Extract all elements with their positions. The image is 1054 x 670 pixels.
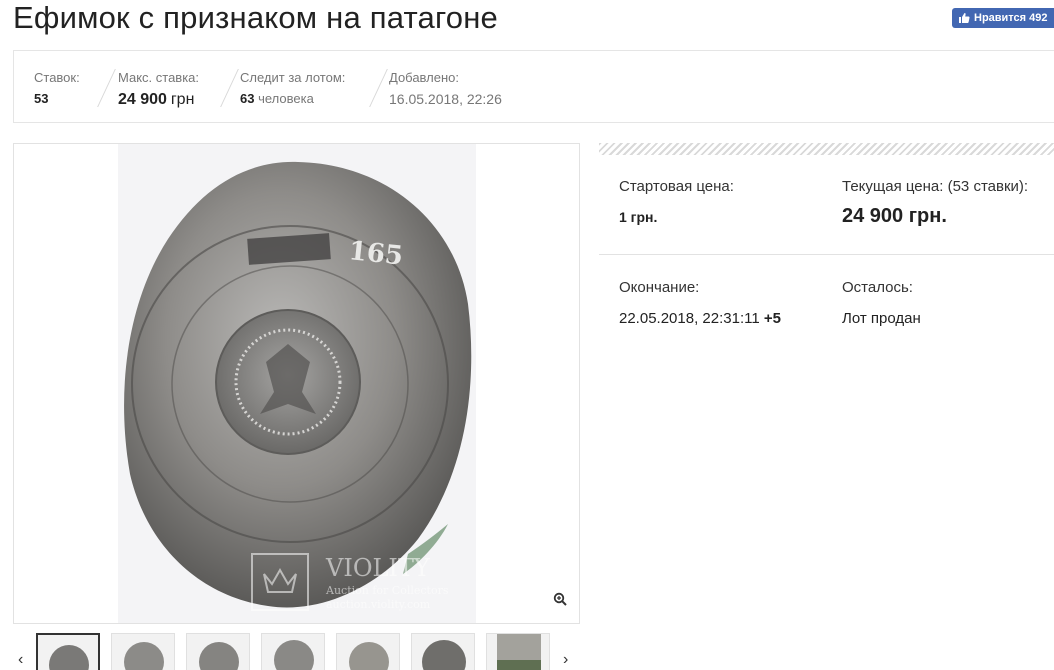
stat-added: Добавлено: 16.05.2018, 22:26: [389, 70, 502, 107]
bids-label: Ставок:: [34, 70, 80, 85]
thumbs-up-icon: [959, 13, 970, 23]
divider: [369, 69, 388, 107]
watermark-tagline: Auction for Collectors: [325, 584, 449, 597]
decorative-stripe: [599, 143, 1054, 155]
coin-image: 165 VIOLITY Auction for Collectors aucti…: [124, 161, 472, 611]
end-label: Окончание:: [619, 279, 700, 296]
max-bid-label: Макс. ставка:: [118, 70, 200, 85]
coin-photo[interactable]: 165 VIOLITY Auction for Collectors aucti…: [118, 144, 476, 623]
chevron-right-icon[interactable]: ›: [563, 651, 568, 669]
start-price-label: Стартовая цена:: [619, 178, 734, 195]
max-bid-value: 24 900: [118, 91, 167, 108]
current-price-value: 24 900 грн.: [842, 205, 947, 227]
stat-bids: Ставок: 53: [34, 70, 80, 106]
bids-value: 53: [34, 91, 49, 106]
end-timezone: +5: [763, 310, 781, 327]
end-value: 22.05.2018, 22:31:11: [619, 310, 760, 327]
section-divider: [599, 254, 1054, 255]
watchers-value: 63: [240, 91, 255, 106]
remaining-block: Осталось: Лот продан: [842, 279, 921, 327]
stat-max-bid: Макс. ставка: 24 900 грн: [118, 70, 199, 109]
zoom-in-icon[interactable]: [553, 592, 567, 611]
thumbnail-strip: ‹ ›: [13, 633, 580, 670]
main-image-frame[interactable]: 165 VIOLITY Auction for Collectors aucti…: [13, 143, 580, 624]
remaining-label: Осталось:: [842, 279, 913, 296]
thumbnail[interactable]: [411, 633, 475, 670]
coin-year: 165: [347, 236, 404, 272]
divider: [220, 69, 239, 107]
facebook-like-button[interactable]: Нравится 492: [952, 8, 1054, 28]
watchers-unit: человека: [258, 91, 314, 106]
start-price-block: Стартовая цена: 1 грн.: [619, 178, 734, 225]
watermark-url: auction.violity.com: [326, 598, 431, 611]
end-time-block: Окончание: 22.05.2018, 22:31:11 +5: [619, 279, 781, 327]
lot-stats-bar: Ставок: 53 Макс. ставка: 24 900 грн След…: [13, 50, 1054, 123]
thumbnail[interactable]: [186, 633, 250, 670]
thumbnail[interactable]: [486, 633, 550, 670]
like-label: Нравится 492: [974, 12, 1048, 24]
remaining-value: Лот продан: [842, 310, 921, 327]
current-price-block: Текущая цена: (53 ставки): 24 900 грн.: [842, 178, 1028, 228]
added-value: 16.05.2018, 22:26: [389, 91, 502, 107]
divider: [97, 69, 116, 107]
thumbnail[interactable]: [36, 633, 100, 670]
watchers-label: Следит за лотом:: [240, 70, 346, 85]
thumbnail[interactable]: [336, 633, 400, 670]
start-price-value: 1 грн.: [619, 209, 658, 225]
stat-watchers: Следит за лотом: 63 человека: [240, 70, 345, 106]
thumbnail[interactable]: [111, 633, 175, 670]
current-price-label: Текущая цена: (53 ставки):: [842, 178, 1029, 195]
chevron-left-icon[interactable]: ‹: [18, 651, 23, 669]
watermark-brand: VIOLITY: [325, 554, 431, 582]
max-bid-currency: грн: [170, 91, 195, 108]
page-title: Ефимок с признаком на патагоне: [13, 0, 498, 35]
thumbnail[interactable]: [261, 633, 325, 670]
added-label: Добавлено:: [389, 70, 460, 85]
